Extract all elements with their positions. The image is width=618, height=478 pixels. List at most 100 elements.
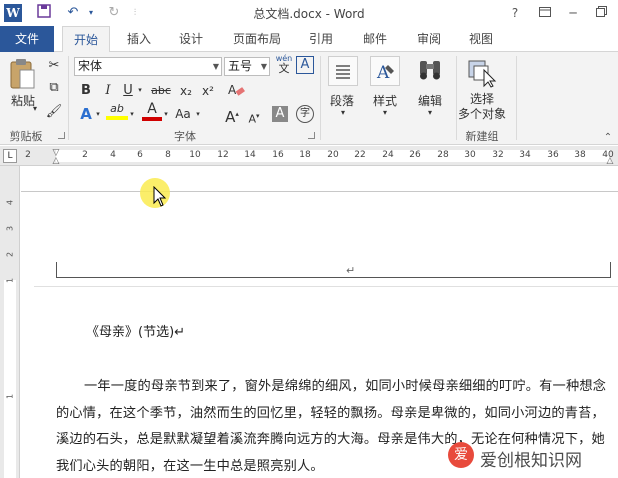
- font-launcher-icon[interactable]: [308, 132, 315, 139]
- ruler-tick: 32: [492, 150, 504, 160]
- tab-file[interactable]: 文件: [0, 26, 54, 52]
- ruler-tick: 6: [137, 150, 143, 160]
- clear-formatting-icon[interactable]: A: [226, 82, 246, 100]
- horizontal-ruler[interactable]: L 2 2 4 6 8 10 12 14 16 18 20 22 24 26 2…: [0, 146, 618, 166]
- vruler-tick: 3: [5, 225, 15, 232]
- new-group-label: 新建组: [465, 130, 499, 143]
- svg-text:A: A: [228, 83, 237, 97]
- cut-icon[interactable]: ✂: [44, 56, 64, 76]
- header-margin-left: [56, 262, 57, 278]
- strikethrough-button[interactable]: abc: [148, 81, 174, 101]
- ruler-tick: 26: [409, 150, 421, 160]
- font-name-select[interactable]: 宋体 ▼: [74, 57, 222, 76]
- tab-view[interactable]: 视图: [458, 26, 504, 52]
- ribbon-tabs: 文件 开始 插入 设计 页面布局 引用 邮件 审阅 视图: [0, 26, 618, 53]
- italic-button[interactable]: I: [98, 81, 118, 101]
- highlight-dropdown-icon[interactable]: ▾: [128, 110, 136, 118]
- editing-button[interactable]: 编辑: [410, 92, 450, 109]
- vertical-ruler[interactable]: 4 3 2 1 1: [0, 166, 20, 478]
- tab-home[interactable]: 开始: [62, 26, 110, 53]
- font-size-select[interactable]: 五号 ▼: [224, 57, 270, 76]
- ruler-tick: 8: [165, 150, 171, 160]
- text-effects-dropdown-icon[interactable]: ▾: [94, 110, 102, 118]
- select-objects-icon[interactable]: [466, 58, 498, 90]
- paragraph-button[interactable]: 段落: [322, 92, 362, 109]
- help-button[interactable]: ?: [502, 3, 528, 23]
- styles-button[interactable]: 样式: [364, 92, 406, 109]
- header-margin-right: [610, 262, 611, 278]
- hanging-indent-marker[interactable]: △: [50, 156, 62, 166]
- paragraph-icon[interactable]: [328, 56, 358, 86]
- bold-button[interactable]: B: [76, 81, 96, 101]
- change-case-dropdown-icon[interactable]: ▾: [194, 110, 202, 118]
- watermark-logo: 爱: [448, 442, 474, 468]
- tab-design[interactable]: 设计: [168, 26, 214, 52]
- header-paragraph-mark: ↵: [346, 264, 356, 277]
- styles-dropdown-icon[interactable]: ▾: [380, 108, 390, 117]
- format-painter-icon[interactable]: 🖌: [44, 102, 64, 122]
- tab-selector[interactable]: L: [3, 149, 17, 163]
- vruler-tick: 4: [5, 199, 15, 206]
- text-effects-button[interactable]: A: [76, 104, 96, 124]
- collapse-ribbon-icon[interactable]: ⌃: [602, 132, 614, 143]
- vruler-tick: 1: [5, 277, 15, 284]
- ruler-tick: 36: [547, 150, 559, 160]
- paragraph-dropdown-icon[interactable]: ▾: [338, 108, 348, 117]
- grow-font-button[interactable]: A▴: [222, 104, 242, 126]
- tab-references[interactable]: 引用: [298, 26, 344, 52]
- vruler-tick: 2: [5, 251, 15, 258]
- font-color-button[interactable]: A: [142, 102, 162, 122]
- select-objects-button[interactable]: 选择 多个对象: [452, 92, 512, 122]
- copy-icon[interactable]: ⧉: [44, 78, 64, 98]
- ruler-tick: 24: [382, 150, 394, 160]
- subscript-button[interactable]: x₂: [176, 81, 196, 101]
- vertical-ruler-text-area: [4, 280, 16, 478]
- group-divider: [516, 56, 517, 140]
- minimize-button[interactable]: ─: [560, 3, 586, 23]
- character-border-icon[interactable]: A: [296, 56, 314, 74]
- ruler-tick: 10: [189, 150, 201, 160]
- ruler-tick: 4: [110, 150, 116, 160]
- ruler-tick: 12: [217, 150, 229, 160]
- tab-page-layout[interactable]: 页面布局: [224, 26, 290, 52]
- right-indent-marker[interactable]: △: [604, 156, 616, 166]
- ruler-tick: 30: [464, 150, 476, 160]
- font-name-value: 宋体: [78, 59, 103, 73]
- binoculars-icon[interactable]: [416, 58, 444, 86]
- styles-icon[interactable]: A: [370, 56, 400, 86]
- superscript-button[interactable]: x²: [198, 81, 218, 101]
- ribbon-display-options-icon[interactable]: [532, 3, 558, 23]
- underline-button[interactable]: U: [118, 81, 138, 101]
- ruler-tick: 16: [272, 150, 284, 160]
- clipboard-launcher-icon[interactable]: [58, 132, 65, 139]
- font-color-dropdown-icon[interactable]: ▾: [162, 110, 170, 118]
- tab-review[interactable]: 审阅: [406, 26, 452, 52]
- restore-button[interactable]: [588, 3, 614, 23]
- group-divider: [320, 56, 321, 140]
- paste-icon[interactable]: [8, 58, 36, 90]
- clipboard-group-label: 剪贴板: [9, 130, 43, 143]
- paste-dropdown-icon[interactable]: ▾: [30, 104, 40, 113]
- editing-dropdown-icon[interactable]: ▾: [425, 108, 435, 117]
- chevron-down-icon: ▼: [260, 62, 267, 71]
- font-group-label: 字体: [174, 130, 196, 143]
- font-size-value: 五号: [228, 59, 253, 73]
- enclose-characters-button[interactable]: 字: [296, 105, 314, 123]
- document-title[interactable]: 《母亲》(节选)↵: [86, 321, 185, 340]
- chevron-down-icon: ▼: [212, 62, 219, 71]
- ruler-tick: 22: [354, 150, 366, 160]
- shrink-font-button[interactable]: A▾: [244, 106, 264, 126]
- highlight-color-button[interactable]: ab: [106, 102, 128, 122]
- vruler-tick: 1: [5, 393, 15, 400]
- underline-dropdown-icon[interactable]: ▾: [136, 86, 144, 94]
- page-top-boundary: [21, 166, 618, 192]
- character-shading-button[interactable]: A: [272, 106, 288, 122]
- watermark-text: 爱创根知识网: [480, 451, 582, 471]
- header-separator: [34, 286, 618, 287]
- change-case-button[interactable]: Aa: [172, 104, 194, 124]
- ruler-tick: 34: [519, 150, 531, 160]
- tab-insert[interactable]: 插入: [116, 26, 162, 52]
- phonetic-guide-icon[interactable]: wén 文: [274, 54, 294, 76]
- tab-mailings[interactable]: 邮件: [352, 26, 398, 52]
- ruler-tick: 28: [437, 150, 449, 160]
